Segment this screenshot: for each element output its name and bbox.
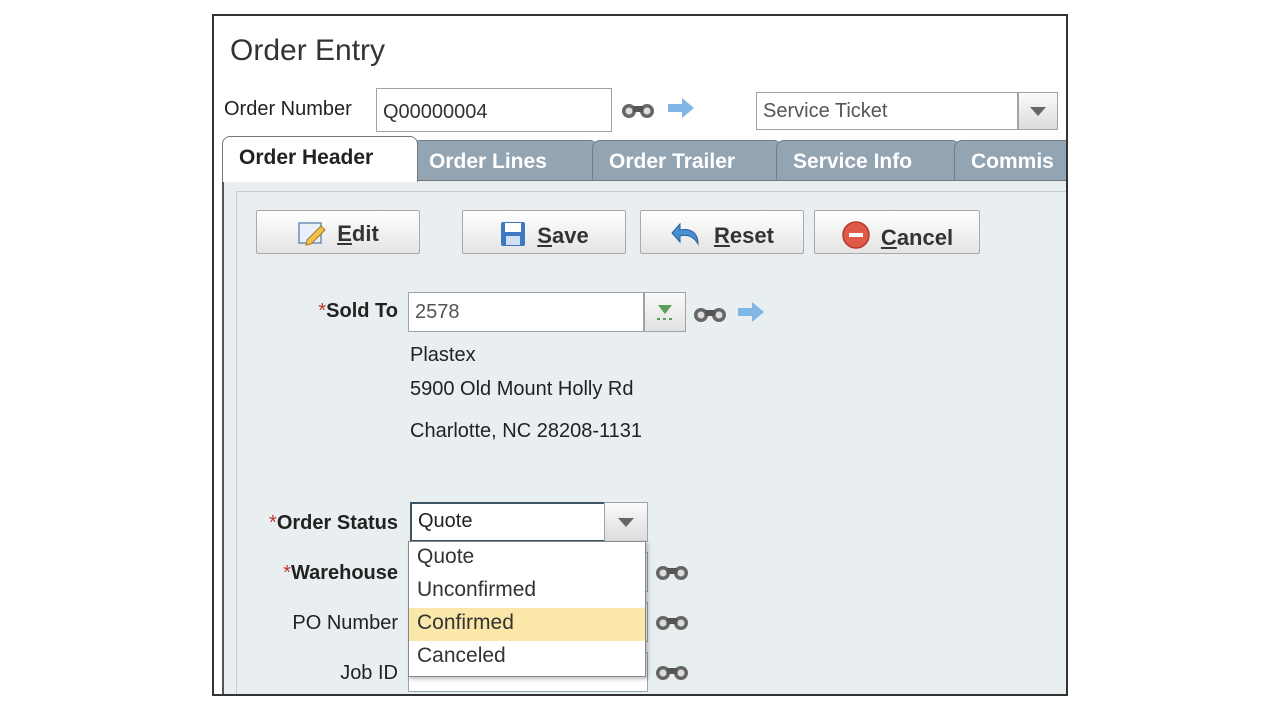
order-type-dropdown-button[interactable] bbox=[1018, 92, 1058, 130]
edit-button[interactable]: Edit bbox=[256, 210, 420, 254]
binoculars-icon[interactable] bbox=[654, 612, 690, 632]
tab-order-trailer[interactable]: Order Trailer bbox=[592, 140, 782, 182]
binoculars-icon[interactable] bbox=[620, 100, 656, 120]
order-status-select[interactable]: Quote bbox=[410, 502, 606, 542]
sold-to-address-line1: 5900 Old Mount Holly Rd bbox=[410, 378, 634, 400]
warehouse-label: *Warehouse bbox=[283, 562, 398, 584]
job-id-label: Job ID bbox=[340, 662, 398, 684]
save-button[interactable]: Save bbox=[462, 210, 626, 254]
sold-to-label: *Sold To bbox=[318, 300, 398, 322]
sold-to-input[interactable]: 2578 bbox=[408, 292, 644, 332]
tab-service-info[interactable]: Service Info bbox=[776, 140, 960, 182]
chevron-down-icon bbox=[1030, 107, 1046, 116]
edit-icon bbox=[298, 222, 326, 246]
tab-order-lines[interactable]: Order Lines bbox=[412, 140, 598, 182]
reset-button[interactable]: Reset bbox=[640, 210, 804, 254]
order-status-dropdown-button[interactable] bbox=[604, 502, 648, 542]
go-arrow-icon[interactable] bbox=[736, 300, 766, 324]
cancel-icon bbox=[842, 221, 870, 249]
floppy-disk-icon bbox=[501, 222, 526, 246]
page-title: Order Entry bbox=[230, 34, 386, 67]
chevron-down-icon bbox=[618, 518, 634, 527]
order-status-option-unconfirmed[interactable]: Unconfirmed bbox=[409, 575, 645, 608]
sold-to-name: Plastex bbox=[410, 344, 476, 366]
tab-order-header[interactable]: Order Header bbox=[222, 136, 418, 182]
order-status-option-quote[interactable]: Quote bbox=[409, 542, 645, 575]
undo-icon bbox=[671, 222, 699, 246]
sold-to-address-line2: Charlotte, NC 28208-1131 bbox=[410, 420, 642, 442]
binoculars-icon[interactable] bbox=[654, 562, 690, 582]
go-arrow-icon[interactable] bbox=[666, 96, 696, 120]
order-entry-window: Order Entry Order Number Q00000004 Servi… bbox=[212, 14, 1068, 696]
order-type-select[interactable]: Service Ticket bbox=[756, 92, 1018, 130]
binoculars-icon[interactable] bbox=[692, 304, 728, 324]
order-number-label: Order Number bbox=[224, 98, 352, 120]
tab-bar: Order Header Order Lines Order Trailer S… bbox=[222, 136, 1066, 182]
tab-commission[interactable]: Commis bbox=[954, 140, 1066, 182]
binoculars-icon[interactable] bbox=[654, 662, 690, 682]
order-number-input[interactable]: Q00000004 bbox=[376, 88, 612, 132]
green-dropdown-icon bbox=[657, 305, 672, 320]
order-status-options: Quote Unconfirmed Confirmed Canceled bbox=[408, 541, 646, 677]
po-number-label: PO Number bbox=[292, 612, 398, 634]
order-status-label: *Order Status bbox=[269, 512, 398, 534]
cancel-button[interactable]: Cancel bbox=[814, 210, 980, 254]
sold-to-lookup-button[interactable] bbox=[644, 292, 686, 332]
order-status-option-canceled[interactable]: Canceled bbox=[409, 641, 645, 674]
order-status-option-confirmed[interactable]: Confirmed bbox=[409, 608, 645, 641]
